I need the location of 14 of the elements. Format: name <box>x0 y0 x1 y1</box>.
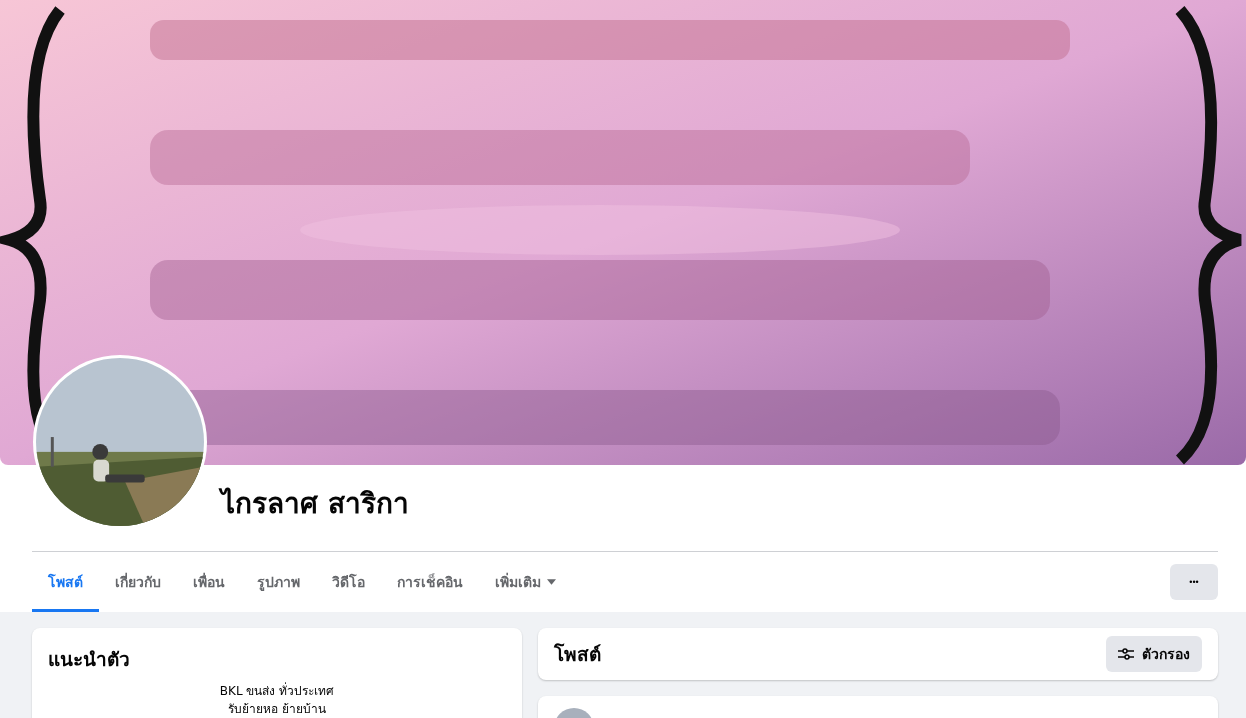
profile-tab[interactable]: วิดีโอ <box>316 552 381 612</box>
profile-tab[interactable]: รูปภาพ <box>241 552 316 612</box>
filter-button[interactable]: ตัวกรอง <box>1106 636 1202 672</box>
profile-tab[interactable]: โพสต์ <box>32 552 99 612</box>
profile-tab[interactable]: เกี่ยวกับ <box>99 552 177 612</box>
filter-icon <box>1118 648 1134 660</box>
bio-text: BKL ขนส่ง ทั่วประเทศ <box>219 682 335 700</box>
profile-tab[interactable]: เพิ่มเติม <box>479 552 572 612</box>
profile-tab[interactable]: เพื่อน <box>177 552 241 612</box>
card-title: แนะนำตัว <box>48 647 131 672</box>
card-title: โพสต์ <box>554 642 601 667</box>
more-button[interactable]: ••• <box>1170 564 1218 600</box>
profile-tab[interactable]: การเช็คอิน <box>381 552 479 612</box>
bio-text: รับย้ายหอ ย้ายบ้าน <box>228 701 326 718</box>
